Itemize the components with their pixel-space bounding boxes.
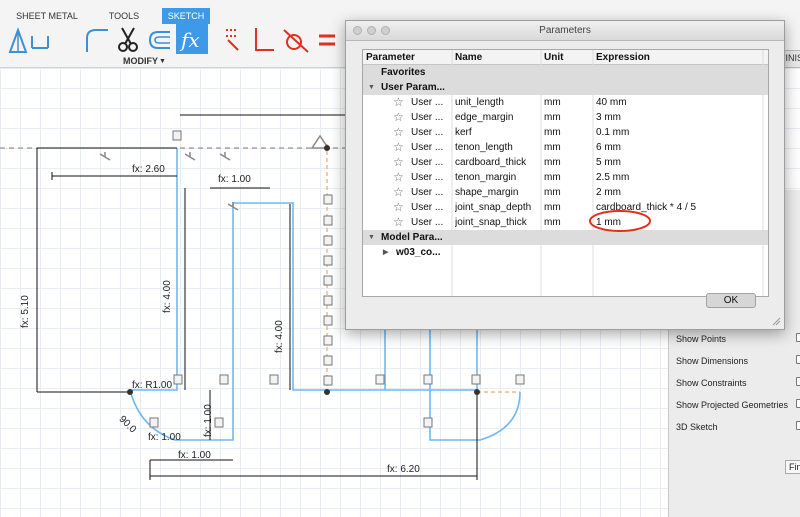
dimension-label: fx: 6.20 <box>387 464 420 475</box>
dimension-label: fx: 4.00 <box>274 320 285 353</box>
equal-icon[interactable] <box>316 26 338 54</box>
parameters-table[interactable]: Parameter Name Unit Expression Favorites… <box>362 49 769 297</box>
show-points-checkbox[interactable] <box>796 333 800 342</box>
tab-sheet-metal[interactable]: SHEET METAL <box>14 8 80 24</box>
dimension-label: fx: R1.00 <box>132 380 172 391</box>
constraint-perpendicular-icon[interactable] <box>222 26 246 54</box>
line-rect-tools-icon[interactable] <box>8 26 68 54</box>
horizontal-vertical-icon[interactable] <box>250 26 278 54</box>
dimension-label: 90.0 <box>117 414 139 436</box>
fusion-window: SHEET METAL TOOLS SKETCH fx MODIFY ▼ INI… <box>0 0 800 517</box>
sketch-point <box>324 389 330 395</box>
sketch-point <box>474 389 480 395</box>
parameters-dialog: Parameters Parameter Name Unit Expressio… <box>345 20 785 330</box>
3d-sketch-checkbox[interactable] <box>796 421 800 430</box>
show-constraints-checkbox[interactable] <box>796 377 800 386</box>
trim-scissors-icon[interactable] <box>114 26 142 54</box>
tangent-icon[interactable] <box>282 26 310 54</box>
dialog-title: Parameters <box>539 25 591 36</box>
dimension-label: fx: 1.00 <box>218 174 251 185</box>
dimension-label: fx: 2.60 <box>132 164 165 175</box>
table-grid <box>451 50 764 296</box>
show-projected-geometries-label: Show Projected Geometries <box>676 400 789 410</box>
tab-sketch[interactable]: SKETCH <box>162 8 210 24</box>
offset-icon[interactable] <box>146 26 174 54</box>
parameters-fx-icon[interactable]: fx <box>176 24 208 54</box>
svg-text:fx: fx <box>179 28 200 52</box>
dimension-label: fx: 1.00 <box>178 450 211 461</box>
dimension-label: fx: 1.00 <box>203 404 214 437</box>
dialog-titlebar[interactable]: Parameters <box>346 21 784 41</box>
modify-menu[interactable]: MODIFY <box>123 56 158 66</box>
show-projected-geometries-checkbox[interactable] <box>796 399 800 408</box>
dimension-label: fx: 1.00 <box>148 432 181 443</box>
3d-sketch-label: 3D Sketch <box>676 422 718 432</box>
show-constraints-label: Show Constraints <box>676 378 747 388</box>
fillet-icon[interactable] <box>84 26 110 54</box>
resize-grip-icon[interactable] <box>771 316 781 326</box>
finish-sketch-panel-button[interactable]: Fini <box>785 460 800 474</box>
ok-button[interactable]: OK <box>706 293 756 308</box>
show-points-label: Show Points <box>676 334 727 344</box>
origin-point <box>324 145 330 151</box>
show-dimensions-checkbox[interactable] <box>796 355 800 364</box>
show-dimensions-label: Show Dimensions <box>676 356 749 366</box>
dimension-label: fx: 5.10 <box>20 295 31 328</box>
chevron-down-icon: ▼ <box>159 58 166 65</box>
tab-tools[interactable]: TOOLS <box>104 8 144 24</box>
dimension-label: fx: 4.00 <box>162 280 173 313</box>
highlight-circle <box>589 210 651 232</box>
